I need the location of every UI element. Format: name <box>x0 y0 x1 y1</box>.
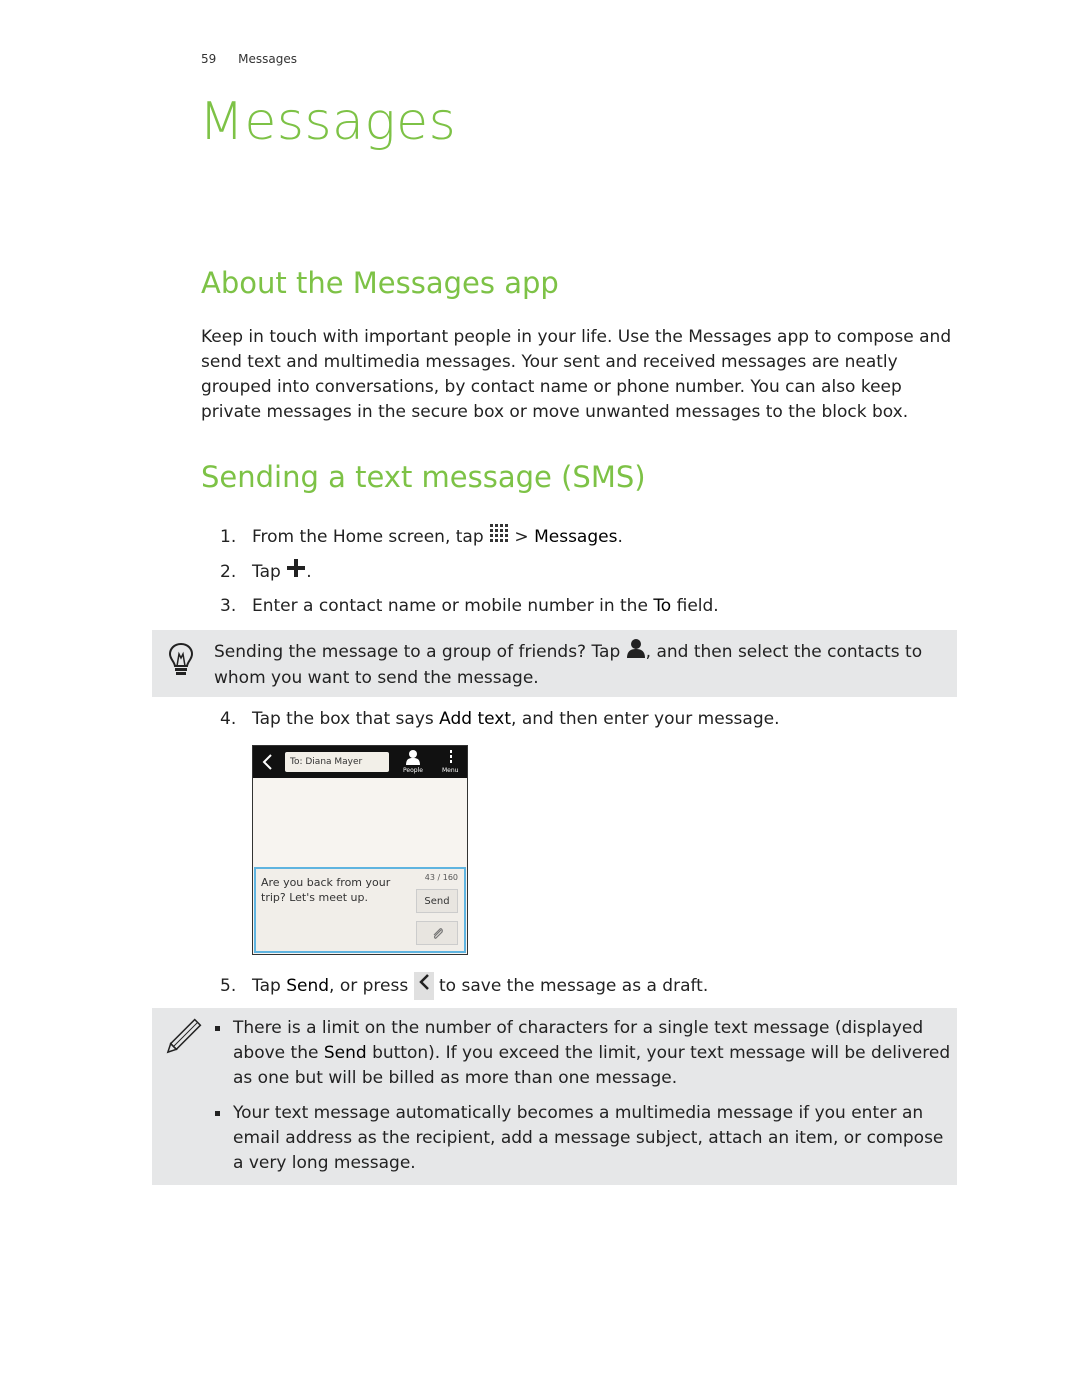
sending-heading: Sending a text message (SMS) <box>201 460 646 494</box>
step-5: 5. Tap Send, or press to save the message… <box>220 972 708 1000</box>
ui-term: Add text <box>439 709 512 729</box>
about-heading: About the Messages app <box>201 266 559 300</box>
paperclip-icon <box>431 926 445 945</box>
people-icon <box>405 749 421 769</box>
step-text: Enter a contact name or mobile number in… <box>252 596 654 616</box>
chapter-title: Messages <box>199 92 457 152</box>
action-bar: To: Diana Mayer People Menu <box>253 746 467 778</box>
people-label: People <box>403 767 423 774</box>
lightbulb-icon <box>168 642 194 682</box>
send-button: Send <box>416 889 458 913</box>
note-bullet: Your text message automatically becomes … <box>213 1101 953 1176</box>
ui-term: Send <box>323 1043 367 1063</box>
step-2: 2. Tap . <box>220 558 312 586</box>
step-text: , or press <box>329 976 414 996</box>
step-4: 4. Tap the box that says Add text, and th… <box>220 707 780 732</box>
note-bullet: There is a limit on the number of charac… <box>213 1016 953 1091</box>
running-head: 59 Messages <box>201 52 297 66</box>
to-field: To: Diana Mayer <box>285 752 389 772</box>
step-1: 1. From the Home screen, tap > Messages. <box>220 523 623 551</box>
note-box: There is a limit on the number of charac… <box>152 1008 957 1185</box>
step-text: Tap the box that says <box>252 709 440 729</box>
person-icon <box>626 638 646 666</box>
step-text: Tap <box>252 562 287 582</box>
step-number: 3. <box>220 596 237 616</box>
page-number: 59 <box>201 52 217 66</box>
app-grid-icon <box>489 523 509 551</box>
back-icon <box>261 754 273 774</box>
step-text: > <box>509 527 535 547</box>
attach-button <box>416 921 458 945</box>
step-text: . <box>617 527 623 547</box>
step-text: Tap <box>252 976 287 996</box>
back-icon <box>413 972 434 1000</box>
step-text: . <box>306 562 312 582</box>
menu-icon <box>449 749 453 769</box>
ui-term: To <box>653 596 672 616</box>
step-3: 3. Enter a contact name or mobile number … <box>220 594 719 619</box>
running-head-section: Messages <box>238 52 297 66</box>
menu-label: Menu <box>442 767 459 774</box>
step-text: From the Home screen, tap <box>252 527 490 547</box>
plus-icon <box>286 558 306 586</box>
step-text: to save the message as a draft. <box>439 976 709 996</box>
step-text: , and then enter your message. <box>511 709 780 729</box>
step-number: 5. <box>220 976 237 996</box>
step-number: 4. <box>220 709 237 729</box>
step-number: 2. <box>220 562 237 582</box>
char-count: 43 / 160 <box>424 873 458 882</box>
compose-screenshot: To: Diana Mayer People Menu Are you back… <box>252 745 468 955</box>
step-text: field. <box>671 596 719 616</box>
message-text: Are you back from your trip? Let's meet … <box>261 876 391 904</box>
ui-term: Send <box>286 976 330 996</box>
ui-term: Messages <box>534 527 618 547</box>
tip-box: Sending the message to a group of friend… <box>152 630 957 697</box>
note-bullets: There is a limit on the number of charac… <box>213 1016 953 1176</box>
compose-box: Are you back from your trip? Let's meet … <box>254 867 466 953</box>
pencil-icon <box>162 1018 202 1062</box>
tip-text: Sending the message to a group of friend… <box>214 638 949 691</box>
about-body: Keep in touch with important people in y… <box>201 327 952 422</box>
step-number: 1. <box>220 527 237 547</box>
tip-text-pre: Sending the message to a group of friend… <box>214 642 626 662</box>
